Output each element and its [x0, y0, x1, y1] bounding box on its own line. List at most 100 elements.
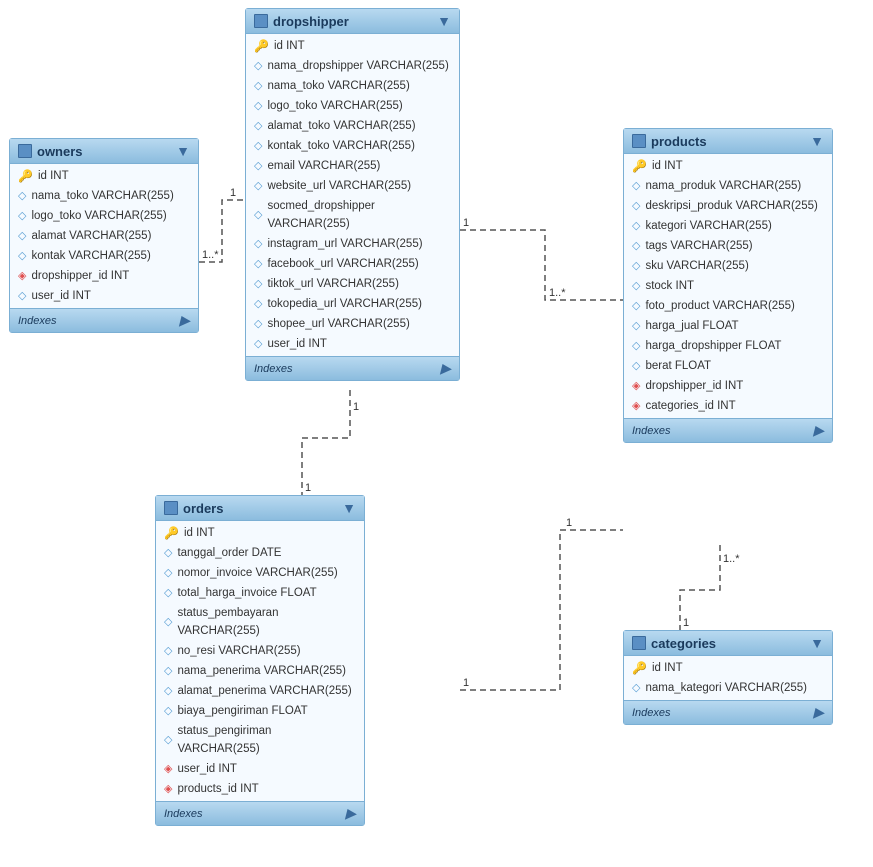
table-row: 🔑id INT [246, 36, 459, 56]
diamond-icon: ◇ [164, 682, 172, 700]
table-row: 🔑id INT [624, 156, 832, 176]
diamond-icon: ◇ [164, 662, 172, 680]
diamond-icon: ◇ [18, 247, 26, 265]
diamond-icon: ◇ [164, 702, 172, 720]
table-products-body: 🔑id INT ◇nama_produk VARCHAR(255) ◇deskr… [624, 154, 832, 418]
table-products[interactable]: products ▼ 🔑id INT ◇nama_produk VARCHAR(… [623, 128, 833, 443]
svg-text:1: 1 [305, 482, 311, 494]
key-icon: 🔑 [18, 167, 33, 185]
table-categories-arrow: ▼ [810, 635, 824, 651]
diamond-icon: ◇ [632, 679, 640, 697]
svg-text:1..*: 1..* [549, 287, 566, 299]
table-products-name: products [651, 134, 707, 149]
table-row: ◇user_id INT [10, 286, 198, 306]
table-owners-body: 🔑id INT ◇nama_toko VARCHAR(255) ◇logo_to… [10, 164, 198, 308]
table-row: ◈categories_id INT [624, 396, 832, 416]
diamond-icon: ◇ [254, 117, 262, 135]
fk-icon: ◈ [164, 760, 172, 778]
table-row: ◇nama_toko VARCHAR(255) [10, 186, 198, 206]
table-row: 🔑id INT [156, 523, 364, 543]
footer-arrow-icon: ▶ [813, 704, 824, 721]
diamond-icon: ◇ [254, 177, 262, 195]
table-row: ◇email VARCHAR(255) [246, 156, 459, 176]
table-row: ◇user_id INT [246, 334, 459, 354]
table-row: ◇nomor_invoice VARCHAR(255) [156, 563, 364, 583]
svg-text:1: 1 [683, 617, 689, 629]
table-row: ◇stock INT [624, 276, 832, 296]
table-categories-icon [632, 636, 646, 650]
table-row: ◇kontak_toko VARCHAR(255) [246, 136, 459, 156]
table-categories[interactable]: categories ▼ 🔑id INT ◇nama_kategori VARC… [623, 630, 833, 725]
table-categories-body: 🔑id INT ◇nama_kategori VARCHAR(255) [624, 656, 832, 700]
table-categories-name: categories [651, 636, 716, 651]
table-products-icon [632, 134, 646, 148]
diamond-icon: ◇ [18, 227, 26, 245]
diamond-icon: ◇ [254, 57, 262, 75]
diamond-icon: ◇ [254, 275, 262, 293]
diamond-icon: ◇ [254, 235, 262, 253]
diamond-icon: ◇ [254, 295, 262, 313]
table-orders-name: orders [183, 501, 223, 516]
table-dropshipper-icon [254, 14, 268, 28]
table-orders-arrow: ▼ [342, 500, 356, 516]
diamond-icon: ◇ [632, 177, 640, 195]
table-orders-header: orders ▼ [156, 496, 364, 521]
table-orders[interactable]: orders ▼ 🔑id INT ◇tanggal_order DATE ◇no… [155, 495, 365, 826]
table-row: ◇tags VARCHAR(255) [624, 236, 832, 256]
table-row: ◇kontak VARCHAR(255) [10, 246, 198, 266]
table-row: ◈dropshipper_id INT [624, 376, 832, 396]
table-owners-icon [18, 144, 32, 158]
key-icon: 🔑 [632, 157, 647, 175]
diamond-icon: ◇ [164, 731, 172, 749]
diamond-icon: ◇ [18, 187, 26, 205]
table-row: ◇nama_dropshipper VARCHAR(255) [246, 56, 459, 76]
diamond-icon: ◇ [254, 97, 262, 115]
table-row: ◇foto_product VARCHAR(255) [624, 296, 832, 316]
table-row: ◇status_pengiriman VARCHAR(255) [156, 721, 364, 759]
fk-icon: ◈ [18, 267, 26, 285]
svg-text:1: 1 [230, 187, 236, 199]
table-row: 🔑id INT [10, 166, 198, 186]
table-row: ◈user_id INT [156, 759, 364, 779]
key-icon: 🔑 [254, 37, 269, 55]
table-row: ◇alamat_penerima VARCHAR(255) [156, 681, 364, 701]
table-owners-name: owners [37, 144, 83, 159]
table-dropshipper-body: 🔑id INT ◇nama_dropshipper VARCHAR(255) ◇… [246, 34, 459, 356]
table-owners[interactable]: owners ▼ 🔑id INT ◇nama_toko VARCHAR(255)… [9, 138, 199, 333]
table-row: 🔑id INT [624, 658, 832, 678]
diamond-icon: ◇ [164, 564, 172, 582]
table-dropshipper[interactable]: dropshipper ▼ 🔑id INT ◇nama_dropshipper … [245, 8, 460, 381]
table-categories-header: categories ▼ [624, 631, 832, 656]
diamond-icon: ◇ [254, 157, 262, 175]
diamond-icon: ◇ [254, 77, 262, 95]
svg-text:1: 1 [463, 217, 469, 229]
svg-text:1: 1 [463, 677, 469, 689]
svg-text:1: 1 [566, 517, 572, 529]
diamond-icon: ◇ [632, 357, 640, 375]
table-dropshipper-footer: Indexes ▶ [246, 356, 459, 380]
table-row: ◈products_id INT [156, 779, 364, 799]
fk-icon: ◈ [632, 377, 640, 395]
footer-arrow-icon: ▶ [813, 422, 824, 439]
diamond-icon: ◇ [254, 315, 262, 333]
diamond-icon: ◇ [632, 257, 640, 275]
table-row: ◇harga_jual FLOAT [624, 316, 832, 336]
table-row: ◇alamat VARCHAR(255) [10, 226, 198, 246]
table-row: ◇nama_penerima VARCHAR(255) [156, 661, 364, 681]
table-row: ◇total_harga_invoice FLOAT [156, 583, 364, 603]
key-icon: 🔑 [164, 524, 179, 542]
table-owners-arrow: ▼ [176, 143, 190, 159]
table-orders-body: 🔑id INT ◇tanggal_order DATE ◇nomor_invoi… [156, 521, 364, 801]
diamond-icon: ◇ [164, 584, 172, 602]
table-row: ◇deskripsi_produk VARCHAR(255) [624, 196, 832, 216]
diamond-icon: ◇ [254, 335, 262, 353]
diamond-icon: ◇ [164, 613, 172, 631]
table-dropshipper-name: dropshipper [273, 14, 349, 29]
table-row: ◇alamat_toko VARCHAR(255) [246, 116, 459, 136]
table-row: ◇tanggal_order DATE [156, 543, 364, 563]
table-row: ◇socmed_dropshipper VARCHAR(255) [246, 196, 459, 234]
footer-arrow-icon: ▶ [440, 360, 451, 377]
diamond-icon: ◇ [164, 544, 172, 562]
table-owners-footer: Indexes ▶ [10, 308, 198, 332]
table-row: ◇harga_dropshipper FLOAT [624, 336, 832, 356]
